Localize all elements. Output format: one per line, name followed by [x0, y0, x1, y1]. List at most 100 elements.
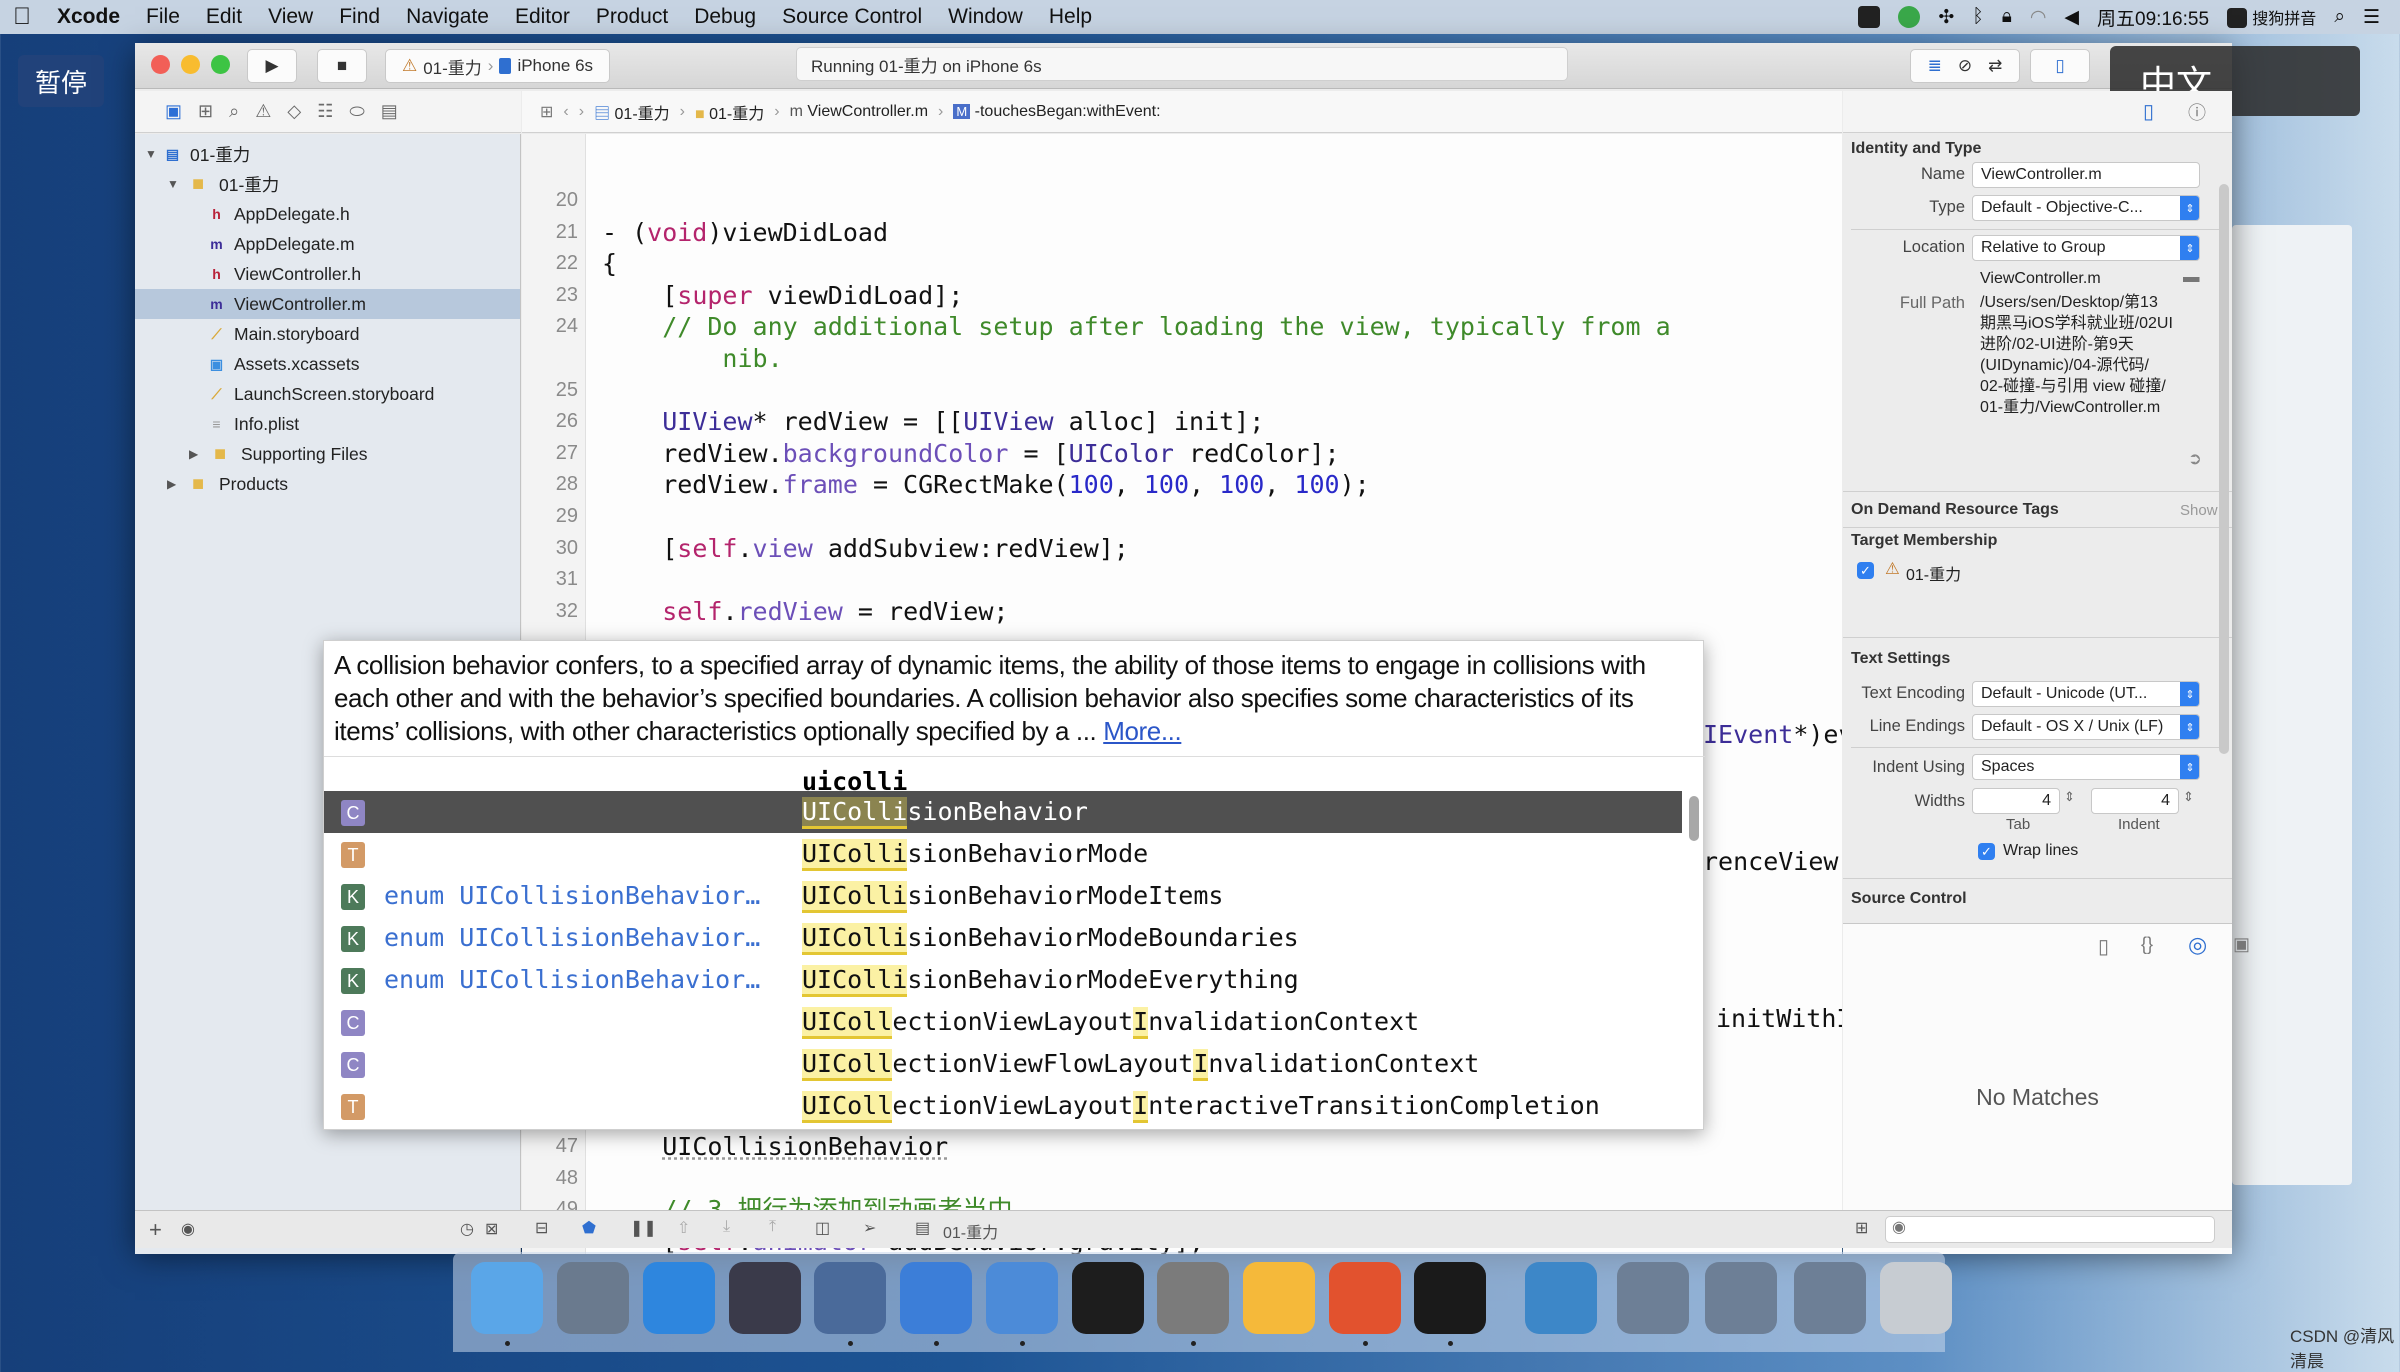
clock[interactable]: 周五09:16:55	[2097, 4, 2209, 31]
pin-icon[interactable]: ✣	[1938, 6, 1954, 29]
related-items-icon[interactable]: ⊞	[540, 102, 553, 122]
code-line[interactable]: 20	[522, 185, 1822, 217]
volume-icon[interactable]: ◀	[2064, 6, 2079, 29]
menu-editor[interactable]: Editor	[502, 5, 583, 29]
grid-view-icon[interactable]: ⊞	[1855, 1218, 1868, 1238]
pause-debug-icon[interactable]: ❚❚	[630, 1218, 657, 1238]
dock-powerpoint-icon[interactable]	[1328, 1262, 1401, 1334]
indent-width-stepper[interactable]: ⇕	[2183, 789, 2194, 805]
reveal-arrow-icon[interactable]: ➲	[2188, 449, 2202, 469]
jump-method[interactable]: M -touchesBegan:withEvent:	[953, 103, 1161, 121]
media-library-icon[interactable]: ▣	[2233, 934, 2250, 955]
menu-debug[interactable]: Debug	[681, 5, 769, 29]
close-window-button[interactable]	[151, 55, 170, 74]
completion-item[interactable]: T UICollisionBehaviorMode	[324, 833, 1682, 875]
view-debugger-icon[interactable]: ◫	[815, 1218, 830, 1238]
object-library-icon[interactable]: ◎	[2188, 932, 2207, 958]
completion-item[interactable]: Kenum UICollisionBehavior… UICollisionBeh…	[324, 959, 1682, 1001]
recent-files-icon[interactable]: ◷	[460, 1219, 474, 1239]
spotlight-icon[interactable]: ⌕	[2334, 6, 2345, 28]
code-line[interactable]: nib.	[522, 343, 1822, 375]
dock-safari-icon[interactable]	[642, 1262, 715, 1334]
file-template-icon[interactable]: ▯	[2098, 934, 2109, 959]
symbol-navigator-icon[interactable]: ⊞	[198, 101, 213, 122]
menu-edit[interactable]: Edit	[193, 5, 255, 29]
dock-trash-icon[interactable]	[1879, 1262, 1952, 1334]
navigator-item[interactable]: m AppDelegate.m	[135, 229, 520, 259]
dock-system-preferences-icon[interactable]	[1157, 1262, 1230, 1334]
editor-mode-buttons[interactable]: ≣ ⊘ ⇄	[1910, 49, 2020, 83]
navigator-item[interactable]: h ViewController.h	[135, 259, 520, 289]
add-file-button[interactable]: +	[149, 1217, 162, 1243]
inspector-scrollbar[interactable]	[2219, 184, 2229, 754]
location-select[interactable]: Relative to Group ⇕	[1972, 235, 2200, 261]
hide-debug-area-icon[interactable]: ⊟	[535, 1218, 548, 1238]
issue-navigator-icon[interactable]: ⚠	[255, 101, 271, 122]
navigator-item[interactable]: ≡ Info.plist	[135, 409, 520, 439]
pause-button[interactable]: 暂停	[18, 55, 104, 107]
menu-help[interactable]: Help	[1036, 5, 1105, 29]
completion-item[interactable]: C UICollectionViewFlowLayoutInvalidationC…	[324, 1043, 1682, 1085]
step-into-icon[interactable]: ⤓	[723, 1218, 730, 1236]
scm-filter-icon[interactable]: ⊠	[485, 1219, 498, 1239]
navigator-item[interactable]: ▼ ■ 01-重力	[135, 169, 520, 199]
code-line[interactable]: 26 UIView* redView = [[UIView alloc] ini…	[522, 406, 1822, 438]
name-field[interactable]: ViewController.m	[1972, 162, 2200, 188]
navigator-item[interactable]: ▼ ▤ 01-重力	[135, 139, 520, 169]
menu-window[interactable]: Window	[935, 5, 1036, 29]
more-link[interactable]: More...	[1103, 716, 1182, 746]
ime-menu[interactable]: 搜狗拼音	[2227, 5, 2316, 30]
code-line[interactable]: 48	[522, 1163, 1822, 1195]
dock-terminal-icon[interactable]	[1071, 1262, 1144, 1334]
disclosure-open-icon[interactable]: ▼	[145, 147, 159, 161]
jump-project[interactable]: ▤ 01-重力	[594, 100, 670, 124]
dock-instruments-icon[interactable]	[985, 1262, 1058, 1334]
code-line[interactable]: 21 - (void)viewDidLoad	[522, 217, 1822, 249]
dock-exec-icon[interactable]	[1414, 1262, 1487, 1334]
navigator-item[interactable]: ⟋ Main.storyboard	[135, 319, 520, 349]
dock-finder-icon[interactable]	[471, 1262, 544, 1334]
tab-width-stepper[interactable]: ⇕	[2064, 789, 2075, 805]
breakpoints-toggle-icon[interactable]: ⬟	[582, 1218, 596, 1238]
jump-group[interactable]: ■ 01-重力	[695, 100, 764, 124]
completion-item[interactable]: Kenum UICollisionBehavior… UICollisionBeh…	[324, 917, 1682, 959]
dock-xcode-icon[interactable]	[900, 1262, 973, 1334]
standard-editor-icon[interactable]: ≣	[1928, 56, 1942, 76]
endings-select[interactable]: Default - OS X / Unix (LF) ⇕	[1972, 714, 2200, 740]
step-over-icon[interactable]: ⇧	[677, 1218, 690, 1238]
step-out-icon[interactable]: ⤒	[769, 1218, 776, 1236]
encoding-select[interactable]: Default - Unicode (UT... ⇕	[1972, 681, 2200, 707]
code-line[interactable]: 23 [super viewDidLoad];	[522, 280, 1822, 312]
menu-app[interactable]: Xcode	[44, 5, 133, 29]
wifi-icon[interactable]: ◠	[2030, 6, 2047, 29]
report-navigator-icon[interactable]: ▤	[381, 101, 398, 122]
navigator-item[interactable]: m ViewController.m	[135, 289, 520, 319]
wrap-lines-checkbox[interactable]: ✓	[1978, 843, 1995, 860]
menu-source-control[interactable]: Source Control	[769, 5, 935, 29]
lock-icon[interactable]: 🔒︎	[2002, 6, 2012, 28]
dock-mouse-icon[interactable]	[728, 1262, 801, 1334]
code-line[interactable]: 29	[522, 501, 1822, 533]
filter-recent-icon[interactable]: ◉	[181, 1219, 195, 1239]
menu-find[interactable]: Find	[326, 5, 393, 29]
notification-center-icon[interactable]: ☰	[2363, 6, 2380, 29]
navigator-item[interactable]: ▶ ■ Products	[135, 469, 520, 499]
tab-width-field[interactable]: 4	[1972, 788, 2060, 814]
simulate-location-icon[interactable]: ➢	[863, 1218, 876, 1238]
code-line[interactable]: 28 redView.frame = CGRectMake(100, 100, …	[522, 469, 1822, 501]
find-navigator-icon[interactable]: ⌕	[229, 101, 239, 122]
dock-quicktime-icon[interactable]	[1524, 1262, 1597, 1334]
code-line[interactable]: 25	[522, 375, 1822, 407]
debug-navigator-icon[interactable]: ☷	[317, 101, 333, 122]
code-line[interactable]: 31	[522, 564, 1822, 596]
code-line[interactable]: 24 // Do any additional setup after load…	[522, 311, 1822, 343]
code-line[interactable]: 30 [self.view addSubview:redView];	[522, 533, 1822, 565]
navigator-item[interactable]: ▶ ■ Supporting Files	[135, 439, 520, 469]
code-snippet-icon[interactable]: {}	[2141, 934, 2153, 955]
project-navigator-icon[interactable]: ▣	[165, 101, 182, 122]
bluetooth-icon[interactable]: ᛒ	[1972, 6, 1983, 28]
target-checkbox[interactable]: ✓	[1857, 562, 1874, 579]
dock-display-icon[interactable]	[1705, 1262, 1778, 1334]
scheme-selector[interactable]: ⚠ 01-重力 › iPhone 6s	[385, 49, 610, 83]
quick-help-icon[interactable]: ⓘ	[2188, 99, 2206, 125]
